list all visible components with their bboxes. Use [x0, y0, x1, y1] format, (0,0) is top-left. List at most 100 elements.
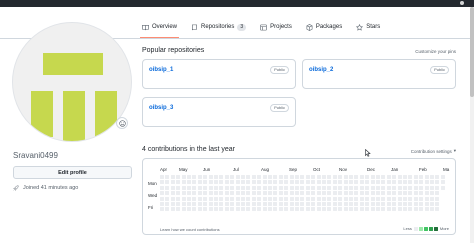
contribution-day[interactable]: [365, 175, 370, 179]
contribution-day[interactable]: [235, 185, 240, 190]
contribution-day[interactable]: [235, 196, 240, 201]
contribution-day[interactable]: [354, 175, 359, 179]
contribution-day[interactable]: [332, 185, 337, 190]
contribution-day[interactable]: [268, 185, 272, 190]
contribution-day[interactable]: [419, 175, 424, 179]
contribution-day[interactable]: [386, 207, 391, 212]
contribution-day[interactable]: [295, 207, 299, 212]
contribution-day[interactable]: [370, 202, 375, 206]
contribution-day[interactable]: [370, 185, 375, 190]
contribution-day[interactable]: [241, 207, 245, 212]
contribution-day[interactable]: [305, 185, 310, 190]
contribution-day[interactable]: [430, 191, 434, 196]
contribution-day[interactable]: [338, 202, 343, 206]
contribution-day[interactable]: [268, 202, 272, 206]
contribution-day[interactable]: [278, 202, 283, 206]
contribution-day[interactable]: [295, 196, 299, 201]
contribution-day[interactable]: [214, 185, 218, 190]
contribution-day[interactable]: [262, 207, 267, 212]
contribution-day[interactable]: [359, 191, 364, 196]
contribution-day[interactable]: [187, 180, 191, 185]
contribution-day[interactable]: [424, 196, 429, 201]
contribution-day[interactable]: [300, 185, 305, 190]
contribution-day[interactable]: [251, 202, 256, 206]
contribution-day[interactable]: [165, 175, 170, 179]
contribution-day[interactable]: [359, 202, 364, 206]
contribution-day[interactable]: [219, 202, 224, 206]
contribution-day[interactable]: [224, 207, 229, 212]
contribution-day[interactable]: [300, 180, 305, 185]
contribution-day[interactable]: [343, 180, 348, 185]
contribution-day[interactable]: [376, 191, 380, 196]
contribution-day[interactable]: [305, 196, 310, 201]
contribution-day[interactable]: [262, 191, 267, 196]
contribution-day[interactable]: [316, 207, 321, 212]
contribution-day[interactable]: [408, 196, 413, 201]
contribution-day[interactable]: [284, 180, 289, 185]
contribution-day[interactable]: [386, 196, 391, 201]
contribution-day[interactable]: [197, 196, 202, 201]
contribution-day[interactable]: [349, 196, 353, 201]
contribution-day[interactable]: [349, 180, 353, 185]
contribution-day[interactable]: [316, 191, 321, 196]
contribution-day[interactable]: [322, 207, 326, 212]
contribution-day[interactable]: [392, 202, 397, 206]
contribution-day[interactable]: [322, 180, 326, 185]
contribution-day[interactable]: [392, 180, 397, 185]
contribution-day[interactable]: [376, 185, 380, 190]
contribution-day[interactable]: [386, 191, 391, 196]
contribution-day[interactable]: [203, 207, 208, 212]
contribution-day[interactable]: [305, 180, 310, 185]
contribution-day[interactable]: [251, 191, 256, 196]
contribution-day[interactable]: [430, 207, 434, 212]
tab-projects[interactable]: Projects: [258, 16, 294, 38]
contribution-day[interactable]: [359, 207, 364, 212]
contribution-day[interactable]: [392, 207, 397, 212]
contribution-day[interactable]: [268, 180, 272, 185]
contribution-day[interactable]: [181, 196, 186, 201]
contribution-day[interactable]: [187, 185, 191, 190]
contribution-day[interactable]: [170, 180, 175, 185]
contribution-day[interactable]: [365, 207, 370, 212]
contribution-day[interactable]: [419, 180, 424, 185]
page-scrollbar[interactable]: [470, 7, 474, 243]
contribution-day[interactable]: [246, 196, 251, 201]
contribution-day[interactable]: [295, 202, 299, 206]
contribution-day[interactable]: [397, 180, 402, 185]
contribution-day[interactable]: [338, 191, 343, 196]
contribution-day[interactable]: [403, 202, 407, 206]
contribution-day[interactable]: [381, 202, 386, 206]
contribution-day[interactable]: [235, 207, 240, 212]
contribution-day[interactable]: [219, 175, 224, 179]
contribution-day[interactable]: [403, 207, 407, 212]
contribution-day[interactable]: [305, 175, 310, 179]
contribution-day[interactable]: [316, 196, 321, 201]
contribution-day[interactable]: [365, 185, 370, 190]
contribution-day[interactable]: [424, 185, 429, 190]
contribution-day[interactable]: [235, 175, 240, 179]
contribution-day[interactable]: [365, 191, 370, 196]
contribution-day[interactable]: [268, 196, 272, 201]
contribution-day[interactable]: [208, 180, 213, 185]
contribution-day[interactable]: [284, 207, 289, 212]
contribution-day[interactable]: [327, 207, 332, 212]
contribution-day[interactable]: [289, 207, 294, 212]
contribution-day[interactable]: [370, 207, 375, 212]
contribution-day[interactable]: [316, 185, 321, 190]
contribution-day[interactable]: [273, 185, 278, 190]
contribution-day[interactable]: [192, 207, 197, 212]
tab-overview[interactable]: Overview: [140, 16, 180, 39]
contribution-day[interactable]: [160, 191, 164, 196]
contribution-day[interactable]: [273, 191, 278, 196]
contribution-day[interactable]: [268, 175, 272, 179]
contribution-day[interactable]: [300, 191, 305, 196]
contribution-day[interactable]: [208, 175, 213, 179]
contribution-day[interactable]: [197, 191, 202, 196]
tab-packages[interactable]: Packages: [304, 16, 344, 38]
contribution-day[interactable]: [419, 207, 424, 212]
contribution-day[interactable]: [219, 191, 224, 196]
contribution-day[interactable]: [284, 202, 289, 206]
contribution-day[interactable]: [203, 180, 208, 185]
contribution-day[interactable]: [192, 196, 197, 201]
contribution-day[interactable]: [214, 180, 218, 185]
